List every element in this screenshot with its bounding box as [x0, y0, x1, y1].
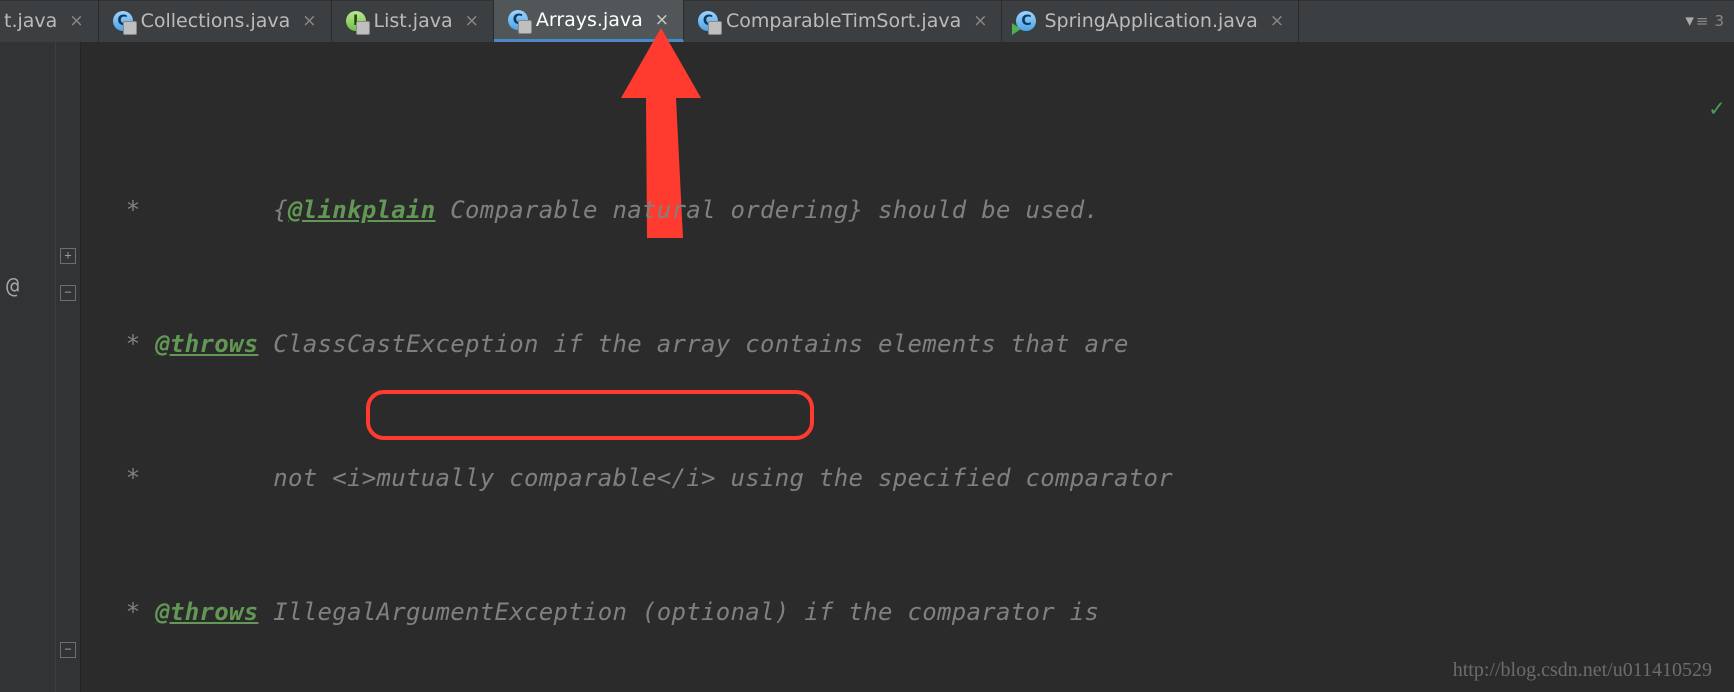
- code-line: * not <i>mutually comparable</i> using t…: [81, 462, 1734, 496]
- tab-0[interactable]: t.java ×: [0, 0, 99, 42]
- fold-collapse-icon[interactable]: [60, 642, 76, 658]
- watermark: http://blog.csdn.net/u011410529: [1453, 659, 1712, 682]
- close-icon[interactable]: ×: [973, 11, 987, 31]
- tab-4-label: ComparableTimSort.java: [726, 10, 961, 32]
- code-line: * @throws IllegalArgumentException (opti…: [81, 596, 1734, 630]
- tab-comparabletimsort[interactable]: C ComparableTimSort.java ×: [684, 0, 1002, 42]
- tabbar-overflow[interactable]: ▾ ≡ 3: [1675, 0, 1734, 42]
- tab-1-label: Collections.java: [141, 10, 291, 32]
- editor-tabbar: t.java × C Collections.java × I List.jav…: [0, 0, 1734, 42]
- close-icon[interactable]: ×: [655, 10, 669, 30]
- close-icon[interactable]: ×: [302, 11, 316, 31]
- class-icon: C: [113, 11, 133, 31]
- close-icon[interactable]: ×: [465, 11, 479, 31]
- code-area[interactable]: * {@linkplain Comparable natural orderin…: [81, 42, 1734, 692]
- class-icon: C: [698, 11, 718, 31]
- tab-0-label: t.java: [4, 10, 57, 32]
- list-icon: ≡: [1696, 12, 1709, 30]
- lock-icon: [123, 21, 137, 35]
- class-icon: C: [508, 10, 528, 30]
- override-marker-icon[interactable]: @: [6, 274, 19, 299]
- lock-icon: [518, 20, 532, 34]
- overflow-count: 3: [1714, 12, 1724, 30]
- fold-strip[interactable]: [56, 42, 81, 692]
- lock-icon: [356, 21, 370, 35]
- tab-list[interactable]: I List.java ×: [332, 0, 494, 42]
- tab-3-label: Arrays.java: [536, 9, 643, 31]
- fold-expand-icon[interactable]: [60, 248, 76, 264]
- interface-icon: I: [346, 11, 366, 31]
- lock-icon: [708, 21, 722, 35]
- fold-collapse-icon[interactable]: [60, 285, 76, 301]
- tab-collections[interactable]: C Collections.java ×: [99, 0, 332, 42]
- dropdown-icon: ▾: [1685, 11, 1690, 31]
- tabbar-spacer: [1299, 0, 1675, 42]
- gutter[interactable]: @: [0, 42, 56, 692]
- close-icon[interactable]: ×: [1270, 11, 1284, 31]
- inspection-ok-icon[interactable]: ✓: [1710, 94, 1724, 122]
- tab-5-label: SpringApplication.java: [1044, 10, 1257, 32]
- close-icon[interactable]: ×: [69, 11, 83, 31]
- class-icon: C: [1016, 11, 1036, 31]
- code-editor[interactable]: @ * {@linkplain Comparable natural order…: [0, 42, 1734, 692]
- tab-springapplication[interactable]: C SpringApplication.java ×: [1002, 0, 1299, 42]
- play-icon: [1012, 23, 1021, 35]
- code-line: * {@linkplain Comparable natural orderin…: [81, 194, 1734, 228]
- tab-arrays[interactable]: C Arrays.java ×: [494, 0, 684, 42]
- code-line: * @throws ClassCastException if the arra…: [81, 328, 1734, 362]
- annotation-highlight-box: [366, 390, 814, 440]
- tab-2-label: List.java: [374, 10, 453, 32]
